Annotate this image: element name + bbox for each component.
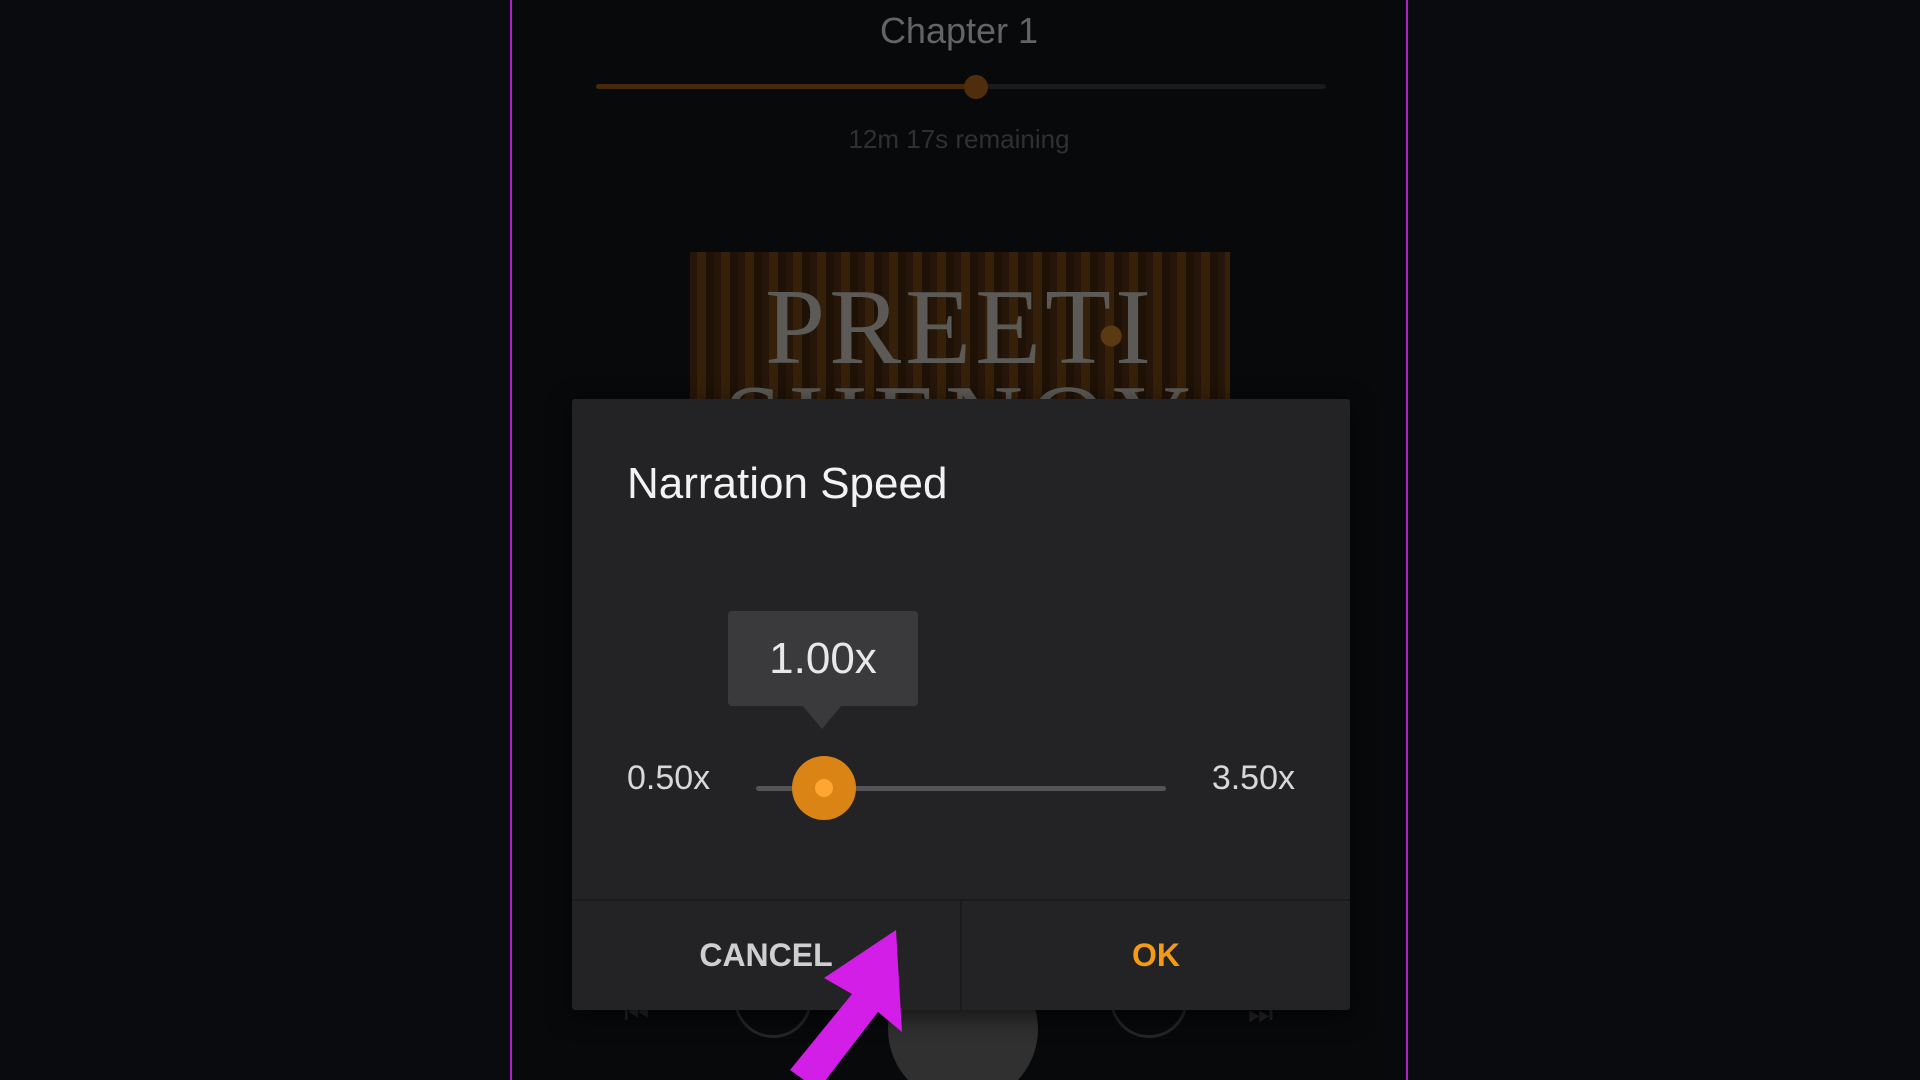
tooltip-tail: [802, 705, 842, 729]
speed-slider-thumb[interactable]: [792, 756, 857, 820]
speed-min-label: 0.50x: [627, 759, 711, 797]
pointer-arrow-icon: [790, 930, 902, 1080]
app-screen: Chapter 1 12m 17s remaining PREETI SHENO…: [510, 0, 1408, 1080]
ok-button[interactable]: OK: [962, 901, 1350, 1010]
narration-speed-dialog: Narration Speed 1.00x 0.50x 3.50x CANCEL…: [572, 399, 1350, 1010]
speed-thumb-dot: [815, 779, 834, 797]
speed-slider[interactable]: [756, 756, 1166, 820]
speed-value-tooltip: 1.00x: [728, 611, 918, 706]
dialog-title: Narration Speed: [627, 459, 948, 508]
speed-max-label: 3.50x: [1211, 759, 1295, 797]
